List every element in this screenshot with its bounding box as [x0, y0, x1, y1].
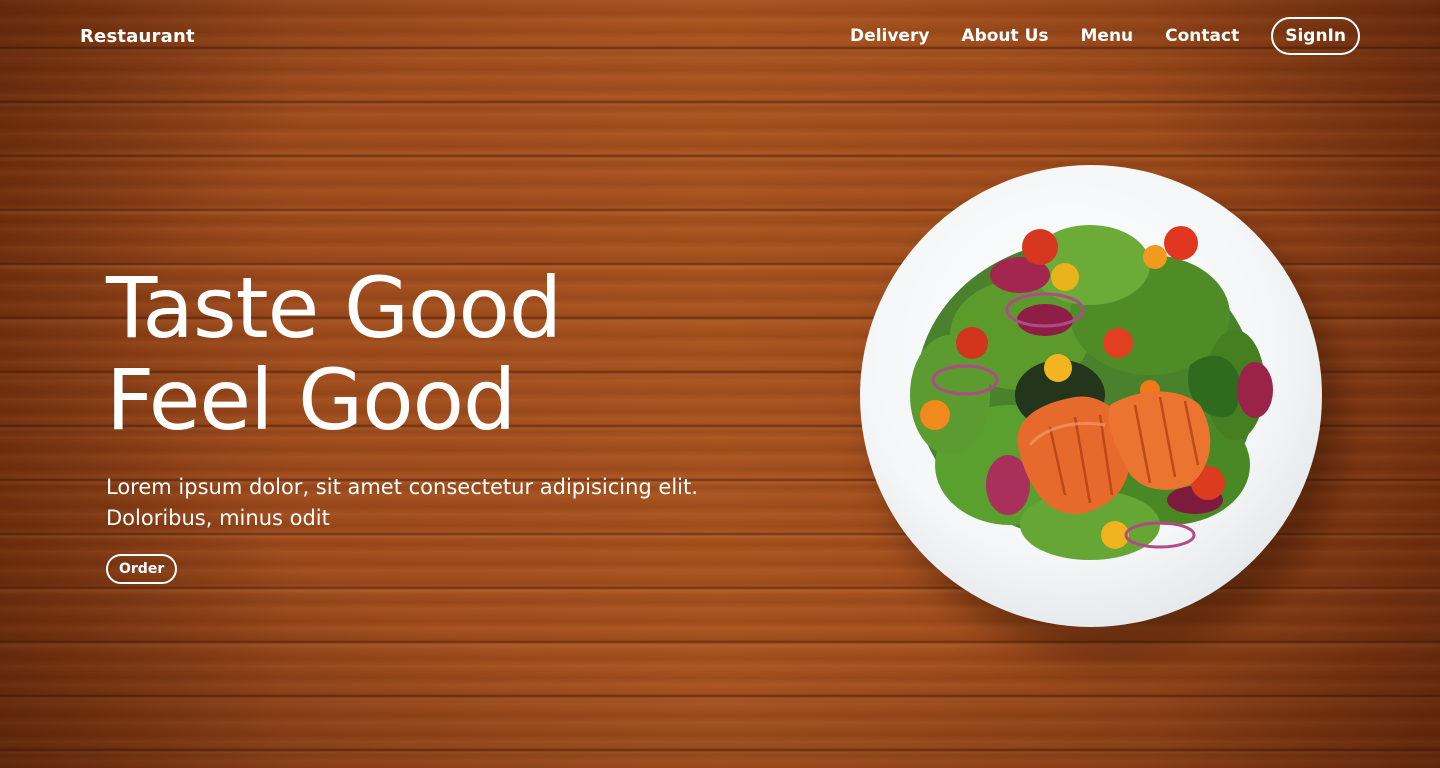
page: Restaurant Delivery About Us Menu Contac… — [0, 0, 1440, 768]
nav-contact[interactable]: Contact — [1165, 26, 1239, 46]
hero-description: Lorem ipsum dolor, sit amet consectetur … — [106, 472, 726, 534]
salmon-salad-illustration — [910, 225, 1273, 560]
nav-delivery[interactable]: Delivery — [850, 26, 929, 46]
hero-description-line-2: Doloribus, minus odit — [106, 506, 330, 530]
hero-title-line-2: Feel Good — [106, 351, 516, 449]
hero-dish-image — [860, 165, 1342, 655]
hero-title-line-1: Taste Good — [106, 259, 562, 357]
hero-title: Taste Good Feel Good — [106, 262, 726, 446]
hero-description-line-1: Lorem ipsum dolor, sit amet consectetur … — [106, 475, 698, 499]
plate — [860, 165, 1322, 627]
order-button[interactable]: Order — [106, 554, 178, 584]
nav-about-us[interactable]: About Us — [961, 26, 1048, 46]
main-nav: Delivery About Us Menu Contact SignIn — [850, 17, 1360, 55]
hero-section: Taste Good Feel Good Lorem ipsum dolor, … — [106, 262, 726, 584]
nav-menu[interactable]: Menu — [1081, 26, 1134, 46]
signin-button[interactable]: SignIn — [1271, 17, 1360, 55]
brand-logo[interactable]: Restaurant — [80, 26, 195, 47]
